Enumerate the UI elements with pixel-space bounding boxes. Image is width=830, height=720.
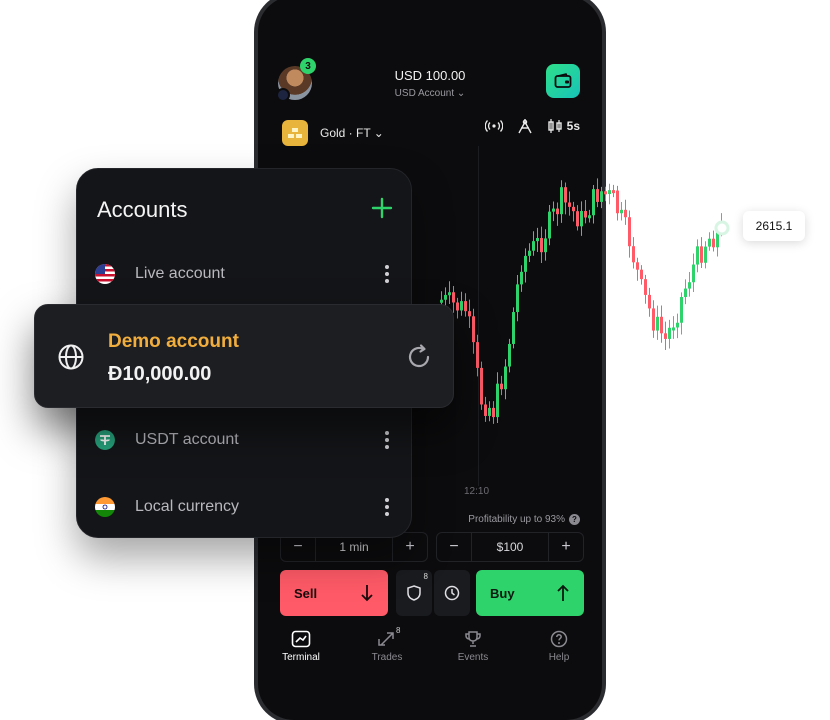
drawing-tool-icon[interactable]	[517, 118, 533, 134]
candle	[632, 246, 635, 263]
account-item-live[interactable]: Live account	[95, 259, 391, 289]
candle	[680, 297, 683, 323]
arrow-down-icon	[361, 585, 373, 602]
candle	[696, 246, 699, 265]
current-price-tag: 2615.1	[743, 211, 805, 241]
amount-value[interactable]: $100	[471, 533, 549, 561]
shield-icon	[407, 585, 421, 601]
wallet-icon	[554, 73, 572, 88]
candle	[636, 262, 639, 270]
amount-minus-button[interactable]: −	[437, 533, 471, 561]
candle	[692, 264, 695, 283]
refresh-icon[interactable]	[405, 343, 433, 371]
accounts-title: Accounts	[97, 197, 188, 222]
candles-icon	[547, 119, 562, 133]
candle	[712, 238, 715, 248]
time-axis-label: 12:10	[464, 486, 490, 497]
signal-icon[interactable]	[484, 120, 503, 132]
demo-account-balance: Đ10,000.00	[108, 363, 212, 385]
arrow-up-icon	[557, 584, 569, 601]
candle	[720, 223, 723, 230]
amount-stepper: − $100 +	[436, 532, 584, 562]
tab-label: Help	[548, 652, 570, 663]
grid-line	[478, 146, 479, 486]
candle	[660, 316, 663, 334]
candle	[644, 279, 647, 295]
arrows-icon	[378, 632, 394, 646]
sell-label: Sell	[294, 585, 318, 601]
candle	[716, 229, 719, 248]
us-flag-icon	[95, 264, 115, 284]
account-item-usdt[interactable]: USDT account	[95, 425, 391, 455]
add-account-icon[interactable]	[371, 197, 393, 219]
pending-order-button[interactable]	[434, 570, 470, 616]
candle	[704, 246, 707, 263]
trophy-icon	[465, 631, 481, 647]
tab-label: Trades	[371, 652, 403, 663]
clock-icon	[444, 585, 460, 601]
profitability-info: Profitability up to 93%?	[468, 514, 580, 525]
insurance-button[interactable]: 8	[396, 570, 432, 616]
asset-selector[interactable]: Gold · FT ⌄	[320, 126, 384, 140]
tether-icon	[95, 430, 115, 450]
account-item-demo-selected[interactable]: Demo account Đ10,000.00	[34, 304, 454, 408]
india-flag-icon	[95, 497, 115, 517]
candle	[684, 288, 687, 298]
buy-label: Buy	[490, 585, 515, 601]
chart-tools: 5s	[484, 118, 580, 134]
globe-icon	[58, 344, 84, 370]
tab-trades[interactable]: Trades 8	[344, 626, 430, 663]
candle	[664, 333, 667, 339]
candle	[656, 316, 659, 331]
candle	[612, 190, 615, 194]
candle	[668, 327, 671, 339]
candle	[652, 308, 655, 331]
wallet-button[interactable]	[546, 64, 580, 98]
tab-events[interactable]: Events	[430, 630, 516, 663]
candle	[700, 246, 703, 263]
candle	[620, 209, 623, 214]
more-options-icon[interactable]	[383, 498, 391, 516]
sell-button[interactable]: Sell	[280, 570, 388, 616]
insurance-count: 8	[423, 572, 428, 581]
buy-button[interactable]: Buy	[476, 570, 584, 616]
tab-help[interactable]: Help	[516, 630, 602, 663]
demo-account-name: Demo account	[108, 331, 239, 352]
duration-plus-button[interactable]: +	[393, 533, 427, 561]
candle	[688, 282, 691, 289]
timeframe-label: 5s	[566, 119, 580, 133]
profitability-label: Profitability up to 93%	[468, 514, 565, 525]
candle	[628, 217, 631, 247]
trades-badge: 8	[396, 626, 401, 635]
account-name: Live account	[135, 265, 225, 282]
candle	[648, 294, 651, 309]
chart-icon	[291, 630, 311, 648]
candle	[640, 269, 643, 280]
candle	[616, 190, 619, 214]
more-options-icon[interactable]	[383, 431, 391, 449]
account-item-local[interactable]: Local currency	[95, 492, 391, 522]
candle	[676, 322, 679, 328]
account-name: USDT account	[135, 431, 239, 448]
candle	[672, 327, 675, 331]
candle	[708, 238, 711, 247]
account-name: Local currency	[135, 498, 240, 515]
bottom-tab-bar: Terminal Trades 8 Events Help	[258, 626, 602, 663]
current-price-marker	[714, 220, 730, 236]
gold-asset-icon	[282, 120, 308, 146]
more-options-icon[interactable]	[383, 265, 391, 283]
amount-plus-button[interactable]: +	[549, 533, 583, 561]
candle	[608, 190, 611, 194]
help-icon	[550, 630, 568, 648]
timeframe-button[interactable]: 5s	[547, 119, 580, 133]
tab-label: Terminal	[282, 652, 320, 663]
tab-terminal[interactable]: Terminal	[258, 630, 344, 663]
help-icon[interactable]: ?	[569, 514, 580, 525]
tab-label: Events	[457, 652, 489, 663]
candle	[624, 209, 627, 218]
